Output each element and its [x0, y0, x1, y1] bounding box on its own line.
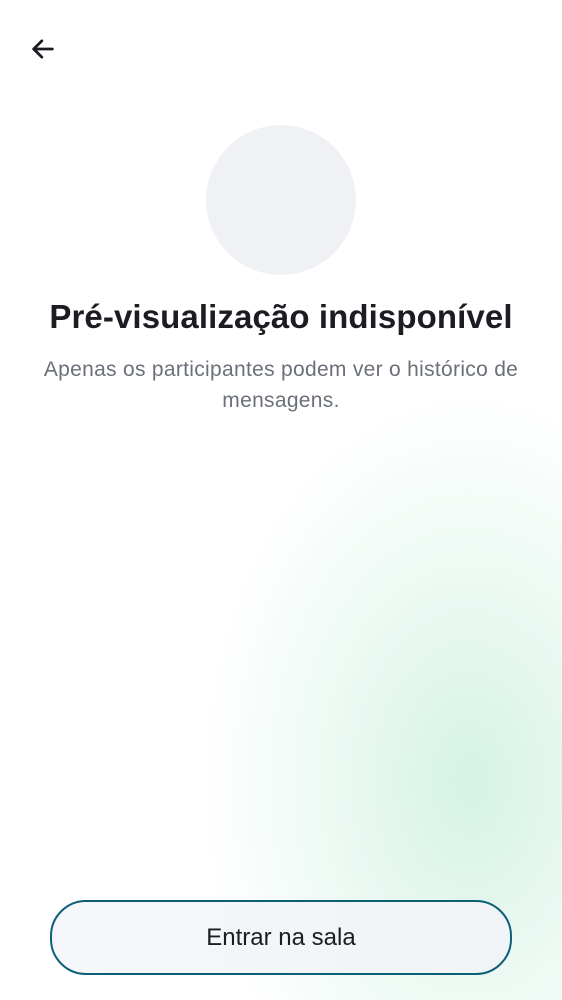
preview-unavailable-message: Apenas os participantes podem ver o hist…	[43, 358, 519, 412]
join-room-label: Entrar na sala	[206, 923, 356, 951]
join-room-button[interactable]: Entrar na sala	[50, 900, 512, 975]
page-title: Pré-visualização indisponível	[49, 298, 513, 335]
room-avatar	[206, 125, 356, 275]
arrow-left-icon	[29, 35, 57, 68]
back-button[interactable]	[22, 30, 64, 72]
room-preview-screen: Pré-visualização indisponível Apenas os …	[0, 0, 562, 1000]
